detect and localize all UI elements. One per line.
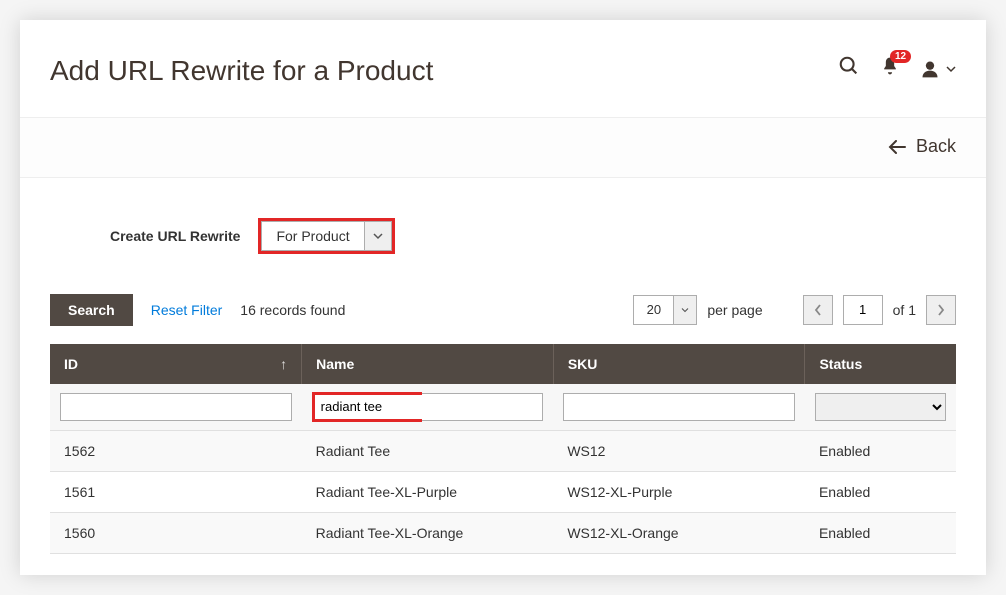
cell-sku: WS12-XL-Purple [553, 471, 805, 512]
cell-id: 1561 [50, 471, 302, 512]
page-size-select[interactable]: 20 [633, 295, 697, 325]
cell-id: 1560 [50, 512, 302, 553]
create-rewrite-label: Create URL Rewrite [110, 228, 240, 244]
sort-arrow-icon: ↑ [280, 356, 287, 372]
table-row[interactable]: 1562 Radiant Tee WS12 Enabled [50, 430, 956, 471]
header-row: Add URL Rewrite for a Product 12 [50, 55, 956, 87]
grid-controls-right: 20 per page of 1 [633, 295, 956, 325]
search-button[interactable]: Search [50, 294, 133, 326]
select-value: For Product [261, 221, 363, 251]
notification-badge: 12 [890, 50, 911, 63]
back-button[interactable]: Back [888, 136, 956, 157]
filter-row [50, 384, 956, 431]
of-pages-label: of 1 [893, 302, 916, 318]
reset-filter-link[interactable]: Reset Filter [151, 302, 223, 318]
page-size-value: 20 [633, 295, 673, 325]
column-name[interactable]: Name [302, 344, 554, 384]
filter-sku-input[interactable] [563, 393, 795, 421]
grid-controls-left: Search Reset Filter 16 records found [50, 294, 345, 326]
user-menu[interactable] [920, 59, 956, 79]
cell-status: Enabled [805, 430, 956, 471]
column-id[interactable]: ID ↑ [50, 344, 302, 384]
cell-status: Enabled [805, 512, 956, 553]
filter-name-input[interactable] [312, 392, 422, 422]
search-icon[interactable] [838, 55, 860, 82]
page-container: Add URL Rewrite for a Product 12 Back Cr… [20, 20, 986, 575]
cell-sku: WS12-XL-Orange [553, 512, 805, 553]
column-status[interactable]: Status [805, 344, 956, 384]
per-page-label: per page [707, 302, 762, 318]
column-sku[interactable]: SKU [553, 344, 805, 384]
user-icon [920, 59, 940, 79]
cell-id: 1562 [50, 430, 302, 471]
filter-id-input[interactable] [60, 393, 292, 421]
table-header-row: ID ↑ Name SKU Status [50, 344, 956, 384]
table-row[interactable]: 1561 Radiant Tee-XL-Purple WS12-XL-Purpl… [50, 471, 956, 512]
notifications-icon[interactable]: 12 [880, 56, 900, 81]
chevron-left-icon [814, 304, 822, 316]
chevron-right-icon [937, 304, 945, 316]
next-page-button[interactable] [926, 295, 956, 325]
cell-name: Radiant Tee [302, 430, 554, 471]
chevron-down-icon [946, 64, 956, 74]
cell-sku: WS12 [553, 430, 805, 471]
filter-status-select[interactable] [815, 393, 946, 421]
create-rewrite-row: Create URL Rewrite For Product [50, 218, 956, 254]
page-title: Add URL Rewrite for a Product [50, 55, 433, 87]
arrow-left-icon [888, 140, 906, 154]
cell-name: Radiant Tee-XL-Purple [302, 471, 554, 512]
chevron-down-icon [673, 295, 697, 325]
back-label: Back [916, 136, 956, 157]
products-grid: ID ↑ Name SKU Status [50, 344, 956, 554]
action-bar: Back [20, 117, 986, 178]
header-actions: 12 [838, 55, 956, 82]
chevron-down-icon [364, 221, 392, 251]
cell-status: Enabled [805, 471, 956, 512]
prev-page-button[interactable] [803, 295, 833, 325]
table-row[interactable]: 1560 Radiant Tee-XL-Orange WS12-XL-Orang… [50, 512, 956, 553]
grid-controls: Search Reset Filter 16 records found 20 … [50, 294, 956, 326]
records-found-label: 16 records found [240, 302, 345, 318]
create-rewrite-select[interactable]: For Product [258, 218, 394, 254]
current-page-input[interactable] [843, 295, 883, 325]
cell-name: Radiant Tee-XL-Orange [302, 512, 554, 553]
